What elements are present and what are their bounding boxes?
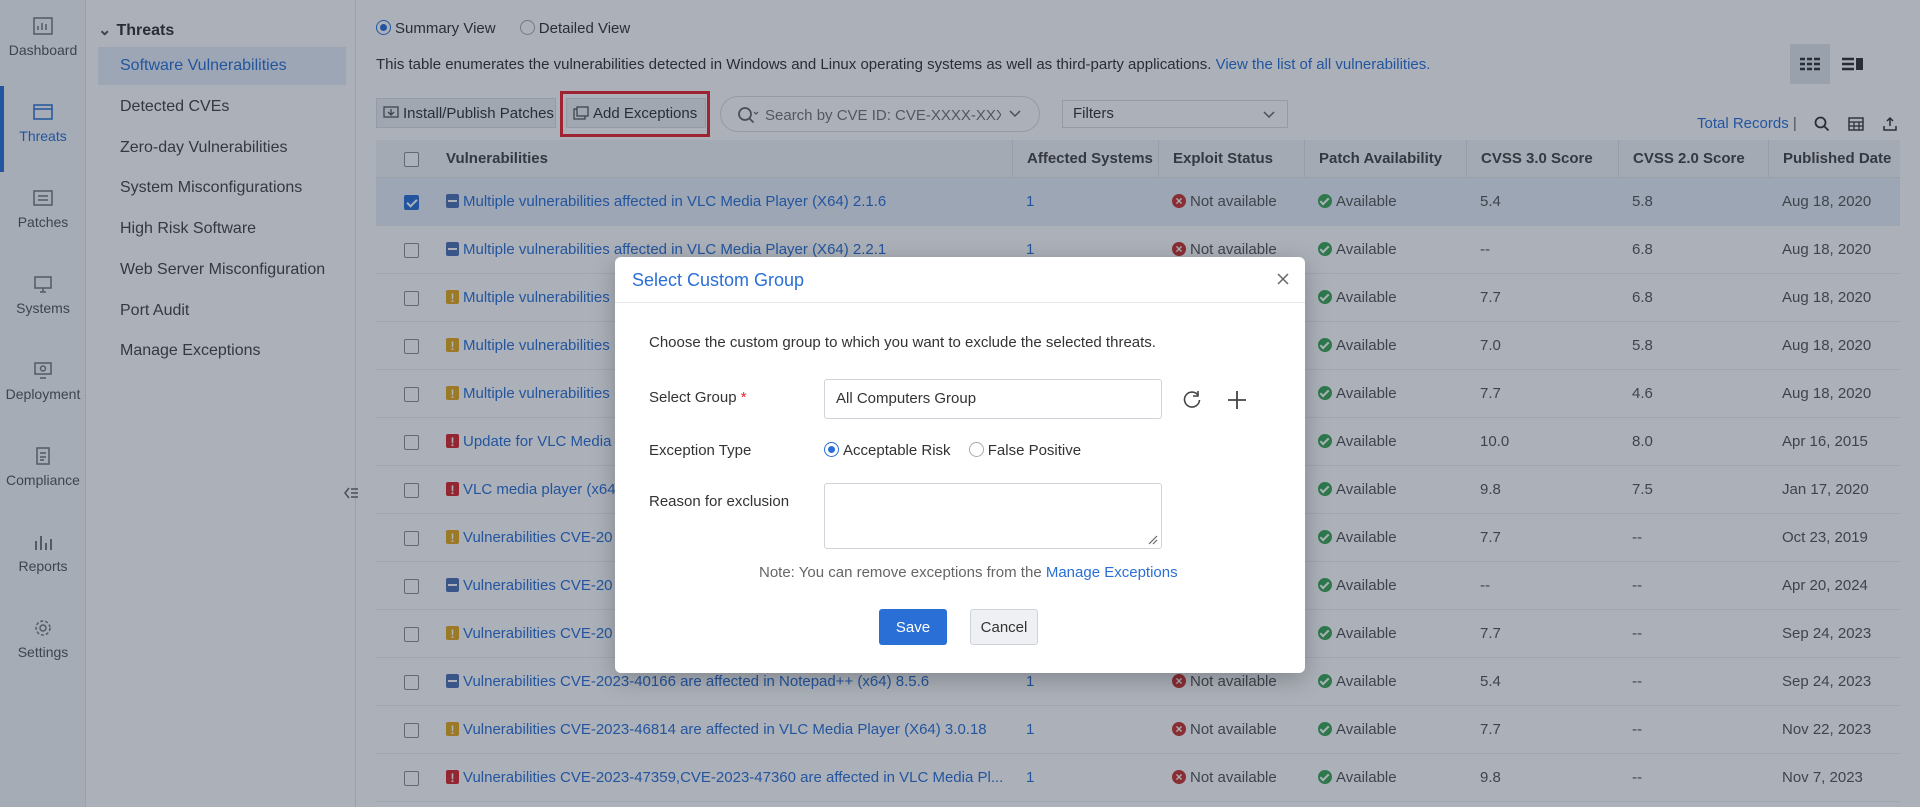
exception-type-label: Exception Type — [649, 442, 752, 459]
dialog-note: Note: You can remove exceptions from the… — [759, 564, 1178, 581]
note-text: Note: You can remove exceptions from the — [759, 564, 1042, 581]
radio-icon — [968, 442, 984, 457]
exception-type-options: Acceptable Risk False Positive — [824, 442, 1095, 459]
manage-exceptions-link[interactable]: Manage Exceptions — [1046, 564, 1178, 581]
resize-handle-icon[interactable] — [1146, 533, 1158, 545]
close-icon[interactable] — [1275, 271, 1291, 287]
required-mark: * — [740, 389, 747, 406]
dialog-title: Select Custom Group — [632, 270, 805, 290]
select-group-label: Select Group * — [649, 389, 747, 406]
add-group-icon[interactable] — [1226, 389, 1248, 411]
save-button[interactable]: Save — [879, 609, 947, 645]
acceptable-risk-option[interactable]: Acceptable Risk — [824, 442, 951, 459]
acceptable-risk-label: Acceptable Risk — [843, 442, 951, 459]
refresh-icon[interactable] — [1181, 389, 1203, 411]
radio-icon — [824, 442, 839, 457]
dialog-header: Select Custom Group — [615, 257, 1305, 303]
false-positive-option[interactable]: False Positive — [968, 442, 1082, 459]
reason-label: Reason for exclusion — [649, 493, 790, 510]
cancel-button[interactable]: Cancel — [970, 609, 1038, 645]
reason-textarea[interactable] — [824, 483, 1162, 549]
false-positive-label: False Positive — [987, 442, 1082, 459]
select-custom-group-dialog: Select Custom Group Choose the custom gr… — [615, 257, 1305, 673]
select-group-input[interactable]: All Computers Group — [824, 379, 1162, 419]
dialog-intro: Choose the custom group to which you wan… — [649, 334, 1156, 351]
select-group-label-text: Select Group — [649, 389, 737, 406]
